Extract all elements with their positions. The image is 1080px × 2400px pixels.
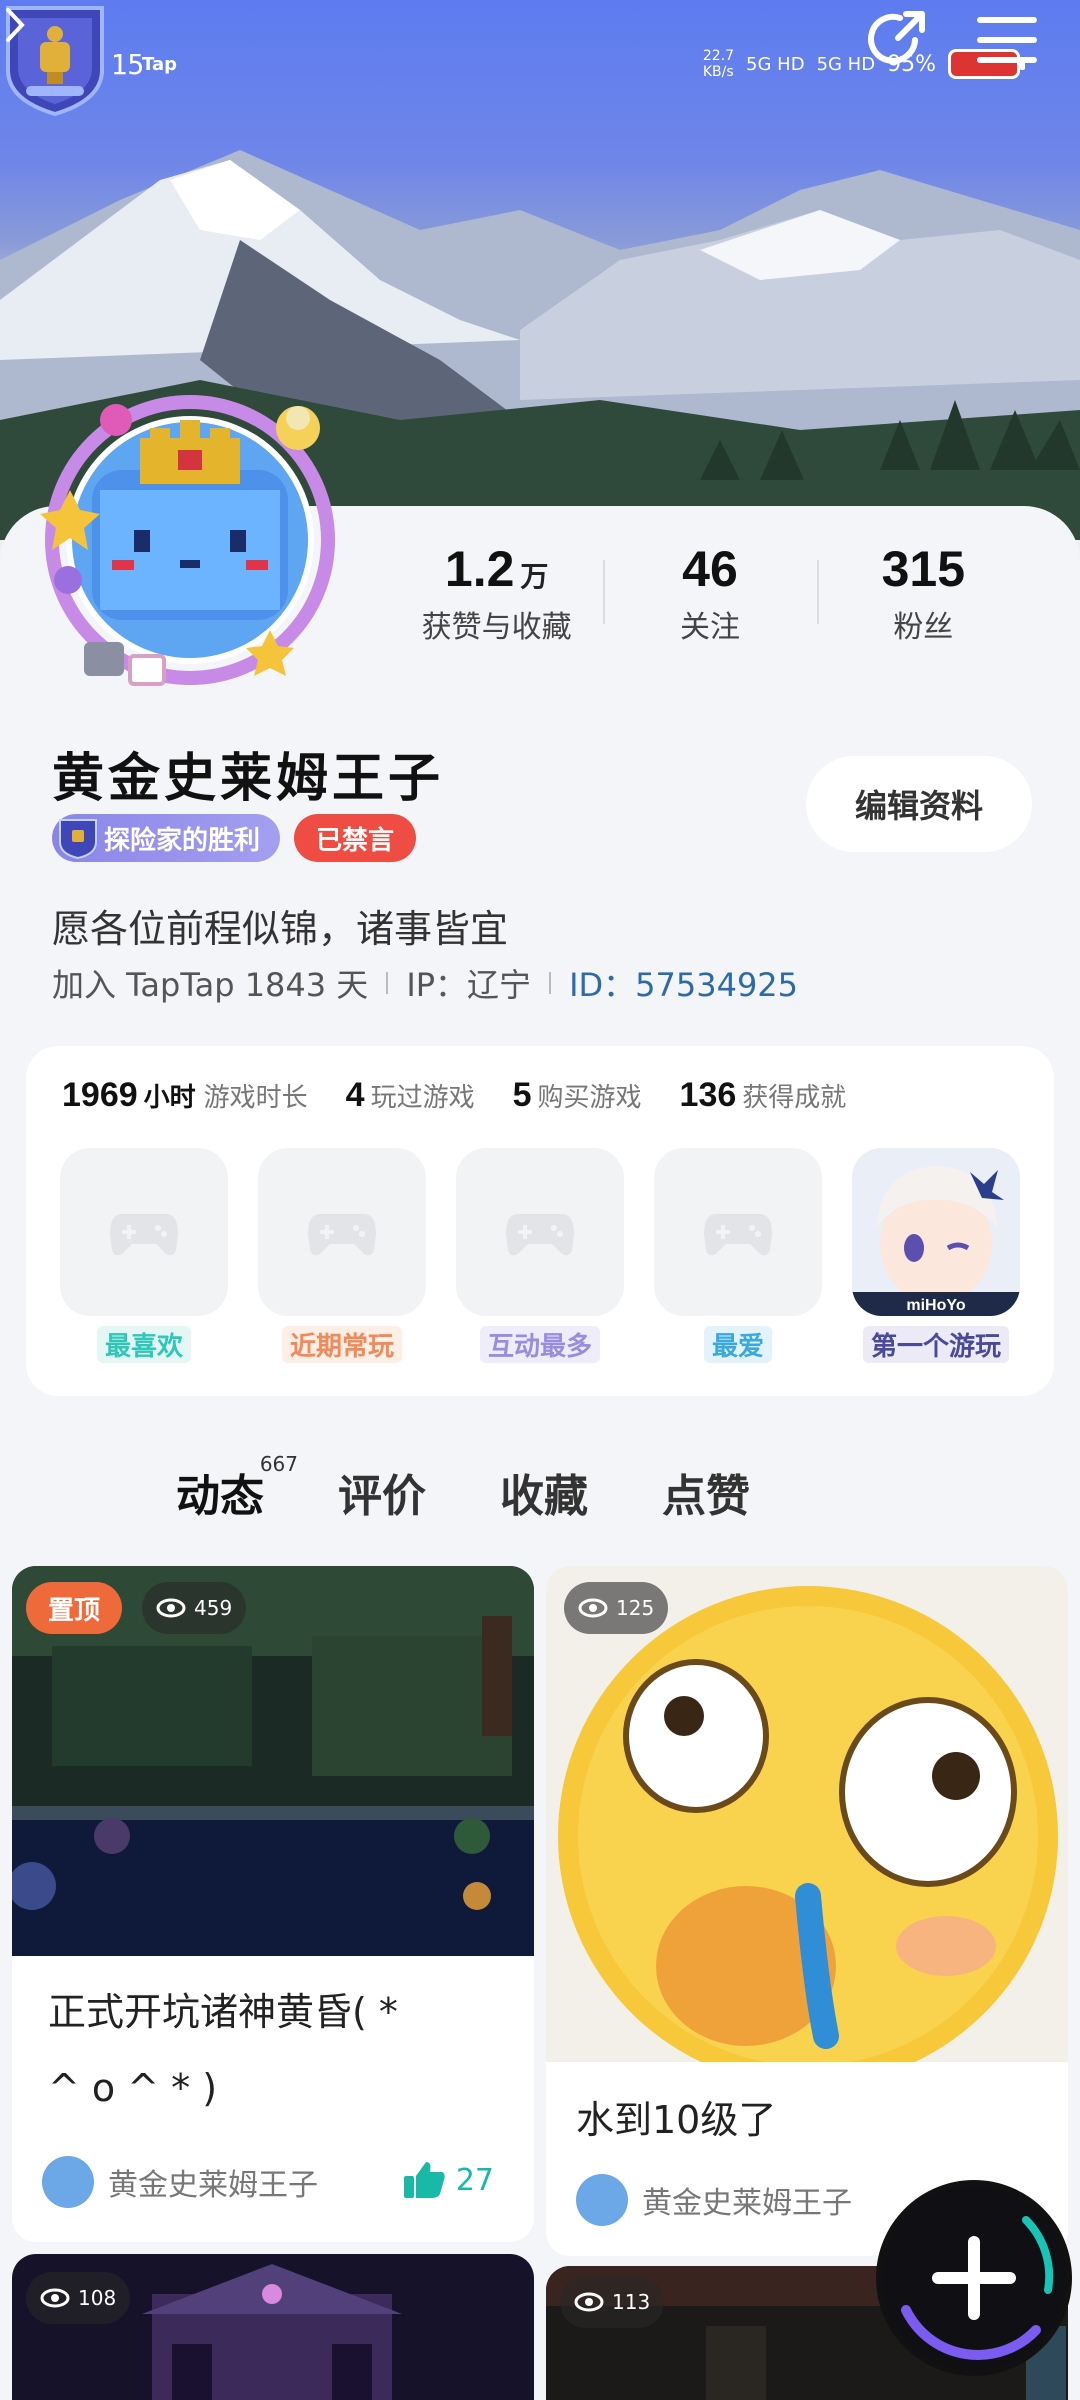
divider — [549, 972, 552, 994]
avatar[interactable] — [30, 380, 350, 700]
game-stats-card[interactable]: 1969 小时 游戏时长 4 玩过游戏 5 购买游戏 136 获得成就 最喜欢 近期常玩 … — [26, 1046, 1054, 1396]
chevron-right-icon[interactable] — [0, 0, 30, 50]
achievement-tag[interactable]: 探险家的胜利 — [52, 814, 281, 862]
tab-reviews[interactable]: 评价 — [338, 1460, 426, 1524]
view-count: 125 — [564, 1582, 669, 1634]
create-post-button[interactable] — [876, 2180, 1072, 2376]
sim1-signal: 5G HD — [746, 53, 805, 75]
post-card[interactable]: 125 水到10级了 黄金史莱姆王子 — [546, 1566, 1068, 2256]
view-count: 113 — [560, 2276, 665, 2328]
stat-playtime: 1969 小时 游戏时长 — [62, 1076, 308, 1114]
ip-location: IP：辽宁 — [406, 966, 532, 1004]
stat-achievements: 136 获得成就 — [679, 1076, 847, 1114]
eye-icon — [578, 1598, 608, 1618]
eye-icon — [40, 2288, 70, 2308]
menu-icon[interactable] — [968, 0, 1048, 80]
view-count: 459 — [142, 1582, 247, 1634]
game-icon-genshin: miHoYo — [852, 1148, 1020, 1316]
pinned-badge: 置顶 — [26, 1582, 123, 1634]
author-avatar — [42, 2156, 94, 2208]
tab-likes[interactable]: 点赞 — [662, 1460, 750, 1524]
stat-following[interactable]: 46 关注 — [603, 540, 816, 650]
stat-bought: 5 购买游戏 — [512, 1076, 642, 1114]
gamepad-icon — [506, 1214, 574, 1256]
net-speed: 22.7 KB/s — [702, 48, 735, 80]
share-icon[interactable] — [860, 0, 940, 80]
username: 黄金史莱姆王子 — [52, 748, 445, 809]
profile-stats: 1.2 万 获赞与收藏 46 关注 315 粉丝 — [390, 540, 1030, 650]
joined-days: 加入 TapTap 1843 天 — [52, 966, 369, 1004]
post-card[interactable]: 108 — [12, 2254, 534, 2400]
like-button[interactable]: 27 — [402, 2160, 494, 2200]
post-title: 正式开坑诸神黄昏( * ^ o ^ * ) — [48, 1990, 398, 2110]
divider — [386, 972, 389, 994]
svg-text:miHoYo: miHoYo — [906, 1297, 965, 1314]
thumbs-up-icon — [403, 2162, 445, 2198]
achievement-mini-icon — [59, 819, 97, 860]
slot-first-played[interactable]: miHoYo 第一个游玩 — [852, 1148, 1020, 1363]
plus-icon — [882, 2186, 1066, 2370]
profile-bio: 愿各位前程似锦，诸事皆宜 — [52, 907, 509, 951]
game-stats-row: 1969 小时 游戏时长 4 玩过游戏 5 购买游戏 136 获得成就 — [62, 1076, 846, 1115]
slot-recent[interactable]: 近期常玩 — [258, 1148, 426, 1363]
tab-activity[interactable]: 动态 667 — [176, 1452, 298, 1530]
gamepad-icon — [110, 1214, 178, 1256]
stat-likes[interactable]: 1.2 万 获赞与收藏 — [390, 540, 603, 650]
profile-tags: 探险家的胜利 已禁言 — [52, 814, 417, 862]
slot-most-interaction[interactable]: 互动最多 — [456, 1148, 624, 1363]
muted-tag: 已禁言 — [294, 814, 417, 862]
slot-loved[interactable]: 最爱 — [654, 1148, 822, 1363]
post-title: 水到10级了 — [576, 2098, 777, 2142]
post-author[interactable]: 黄金史莱姆王子 — [576, 2174, 852, 2226]
eye-icon — [574, 2292, 604, 2312]
edit-profile-button[interactable]: 编辑资料 — [806, 756, 1032, 852]
user-id[interactable]: ID：57534925 — [569, 960, 798, 1006]
eye-icon — [156, 1598, 186, 1618]
profile-tabs: 动态 667 评价 收藏 点赞 — [176, 1452, 750, 1530]
game-slots: 最喜欢 近期常玩 互动最多 最爱 miHoYo 第一个游玩 — [60, 1148, 1020, 1363]
post-card[interactable]: 置顶 459 正式开坑诸神黄昏( * ^ o ^ * ) 黄金史莱姆王子 27 — [12, 1566, 534, 2242]
gamepad-icon — [308, 1214, 376, 1256]
post-author[interactable]: 黄金史莱姆王子 — [42, 2156, 318, 2208]
view-count: 108 — [26, 2272, 131, 2324]
status-app-badge: Tap — [142, 54, 177, 75]
stat-played: 4 玩过游戏 — [345, 1076, 475, 1114]
stat-followers[interactable]: 315 粉丝 — [816, 540, 1030, 650]
tab-collections[interactable]: 收藏 — [500, 1460, 588, 1524]
post-image — [546, 1566, 1068, 2062]
gamepad-icon — [704, 1214, 772, 1256]
author-avatar — [576, 2174, 628, 2226]
slot-favorite[interactable]: 最喜欢 — [60, 1148, 228, 1363]
profile-meta: 加入 TapTap 1843 天 IP：辽宁 ID：57534925 — [52, 960, 798, 1006]
tab-count: 667 — [259, 1452, 298, 1476]
